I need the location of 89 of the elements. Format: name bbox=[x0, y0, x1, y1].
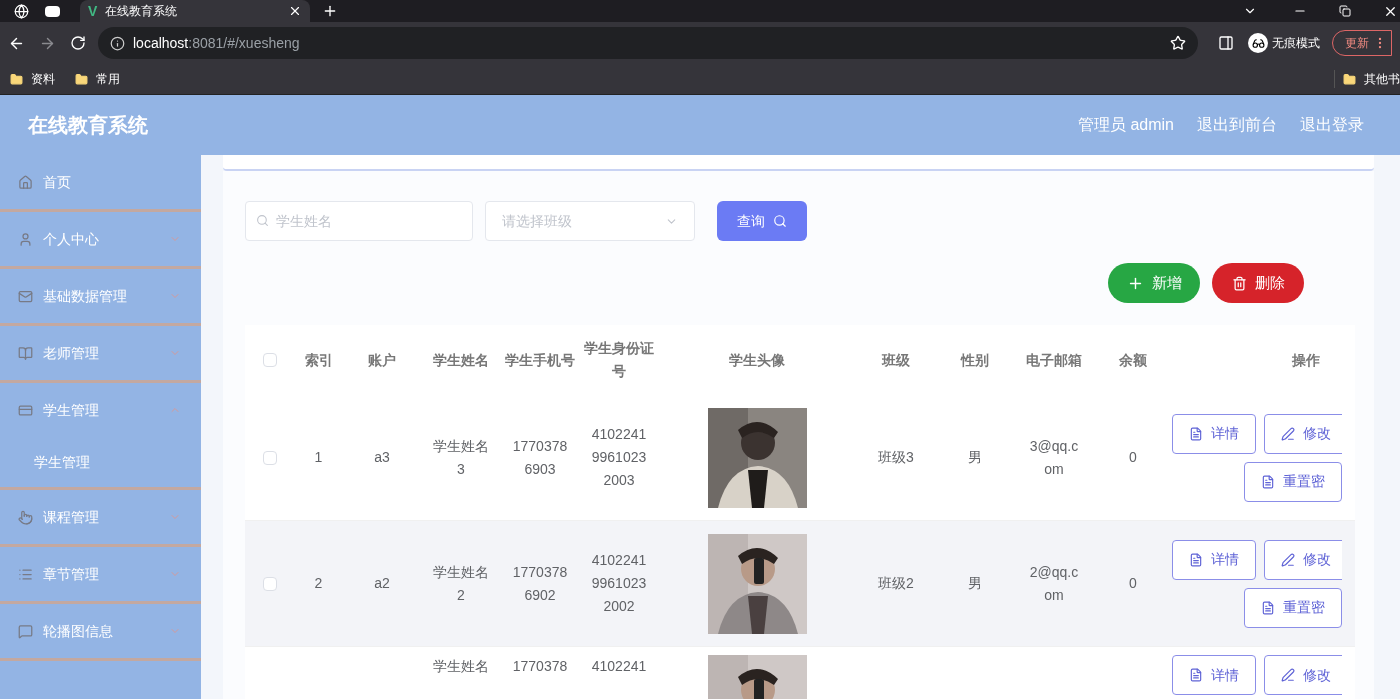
table-cell-text: 班级3 bbox=[878, 448, 914, 467]
query-button[interactable]: 查询 bbox=[717, 201, 807, 241]
delete-button[interactable]: 删除 bbox=[1212, 263, 1304, 303]
search-icon bbox=[773, 214, 787, 228]
table-cell-text: 男 bbox=[968, 448, 982, 467]
table-cell-text: 17703786903 bbox=[511, 436, 569, 479]
row-action-button[interactable]: 详情 bbox=[1172, 539, 1256, 580]
incognito-icon[interactable] bbox=[1248, 33, 1268, 53]
document-icon bbox=[1261, 600, 1275, 615]
table-cell-text: 男 bbox=[968, 574, 982, 593]
folder-icon bbox=[75, 72, 88, 86]
select-all-checkbox[interactable] bbox=[263, 353, 277, 367]
table-cell-text: 1 bbox=[314, 448, 323, 467]
new-tab-icon[interactable] bbox=[322, 3, 338, 19]
menu-icon bbox=[18, 509, 33, 525]
table-cell-text: 学生姓名2 bbox=[432, 562, 490, 605]
column-header: 电子邮箱 bbox=[1026, 350, 1082, 370]
column-header: 操作 bbox=[1292, 350, 1320, 370]
menu-icon bbox=[18, 623, 33, 639]
document-icon bbox=[1189, 552, 1203, 567]
table-cell-text: a3 bbox=[374, 448, 390, 467]
table-cell-text: 410224199610232002 bbox=[590, 551, 648, 616]
star-icon[interactable] bbox=[1170, 35, 1186, 51]
table-cell-text: 2@qq.com bbox=[1029, 562, 1079, 605]
pencil-icon bbox=[1281, 552, 1295, 567]
column-header: 性别 bbox=[961, 350, 989, 370]
bookmark-folder[interactable]: 其他书 bbox=[1334, 70, 1400, 88]
folder-icon bbox=[1343, 72, 1356, 86]
table-cell-text: 4102241 bbox=[590, 657, 648, 676]
bookmark-folder[interactable]: 资料 bbox=[10, 70, 55, 88]
tab-logo: V bbox=[88, 1, 98, 21]
folder-icon bbox=[10, 72, 23, 86]
search-icon bbox=[256, 214, 269, 227]
table-cell-text: 学生姓名3 bbox=[432, 436, 490, 479]
row-action-button[interactable]: 详情 bbox=[1172, 655, 1256, 695]
column-header: 账户 bbox=[368, 350, 396, 370]
table-cell-text: 班级2 bbox=[878, 574, 914, 593]
tab-title: 在线教育系统 bbox=[105, 3, 179, 20]
row-action-button[interactable]: 重置密 bbox=[1244, 587, 1342, 628]
table-cell-text: 410224199610232003 bbox=[590, 425, 648, 490]
url-text: localhost:8081/#/xuesheng bbox=[133, 33, 300, 53]
add-button[interactable]: 新增 bbox=[1108, 263, 1200, 303]
column-header: 学生身份证号 bbox=[584, 339, 654, 381]
column-header: 索引 bbox=[304, 350, 333, 370]
address-bar[interactable]: localhost:8081/#/xuesheng bbox=[98, 27, 1198, 59]
pencil-icon bbox=[1281, 668, 1295, 682]
restore-icon[interactable] bbox=[1339, 5, 1351, 17]
table-cell-text: a2 bbox=[374, 574, 390, 593]
column-header: 余额 bbox=[1119, 350, 1147, 370]
student-name-field[interactable]: 学生姓名 bbox=[245, 201, 473, 241]
table-cell-text: 17703786902 bbox=[511, 562, 569, 605]
profile-label: 无痕模式 bbox=[1272, 35, 1320, 52]
column-header: 学生头像 bbox=[729, 350, 785, 370]
tab-strip-icon[interactable] bbox=[45, 5, 60, 17]
table-cell-text: 0 bbox=[1129, 448, 1137, 467]
column-header: 班级 bbox=[882, 350, 910, 370]
column-header: 学生手机号 bbox=[505, 350, 575, 370]
menu-icon bbox=[18, 231, 33, 247]
table-cell-text: 0 bbox=[1129, 574, 1137, 593]
row-checkbox[interactable] bbox=[263, 450, 277, 465]
bookmark-folder[interactable]: 常用 bbox=[75, 70, 120, 88]
browser-tab[interactable]: V 在线教育系统 bbox=[80, 0, 310, 22]
table-cell-text: 3@qq.com bbox=[1029, 436, 1079, 479]
table-cell-text: 1770378 bbox=[511, 657, 569, 676]
menu-icon bbox=[18, 345, 33, 361]
menu-icon bbox=[18, 288, 33, 304]
menu-icon bbox=[18, 566, 33, 582]
menu-icon bbox=[18, 174, 33, 190]
info-icon bbox=[110, 35, 125, 51]
column-header: 学生姓名 bbox=[433, 350, 489, 370]
row-action-button[interactable]: 重置密 bbox=[1244, 461, 1342, 502]
globe-icon[interactable] bbox=[14, 3, 29, 19]
row-action-button[interactable]: 修改 bbox=[1264, 539, 1342, 580]
app-title: 在线教育系统 bbox=[28, 113, 148, 138]
row-action-button[interactable]: 修改 bbox=[1264, 413, 1342, 454]
row-checkbox[interactable] bbox=[263, 576, 277, 591]
row-action-button[interactable]: 修改 bbox=[1264, 655, 1342, 695]
trash-icon bbox=[1231, 275, 1247, 291]
document-icon bbox=[1189, 668, 1203, 682]
side-panel-icon[interactable] bbox=[1218, 35, 1234, 51]
menu-icon bbox=[18, 402, 33, 418]
document-icon bbox=[1189, 426, 1203, 441]
row-action-button[interactable]: 详情 bbox=[1172, 413, 1256, 454]
table-cell-text: 2 bbox=[314, 574, 323, 593]
pencil-icon bbox=[1281, 426, 1295, 441]
close-icon[interactable] bbox=[288, 4, 302, 18]
document-icon bbox=[1261, 474, 1275, 489]
reload-icon[interactable] bbox=[70, 35, 86, 51]
table-cell-text: 学生姓名 bbox=[432, 657, 490, 676]
